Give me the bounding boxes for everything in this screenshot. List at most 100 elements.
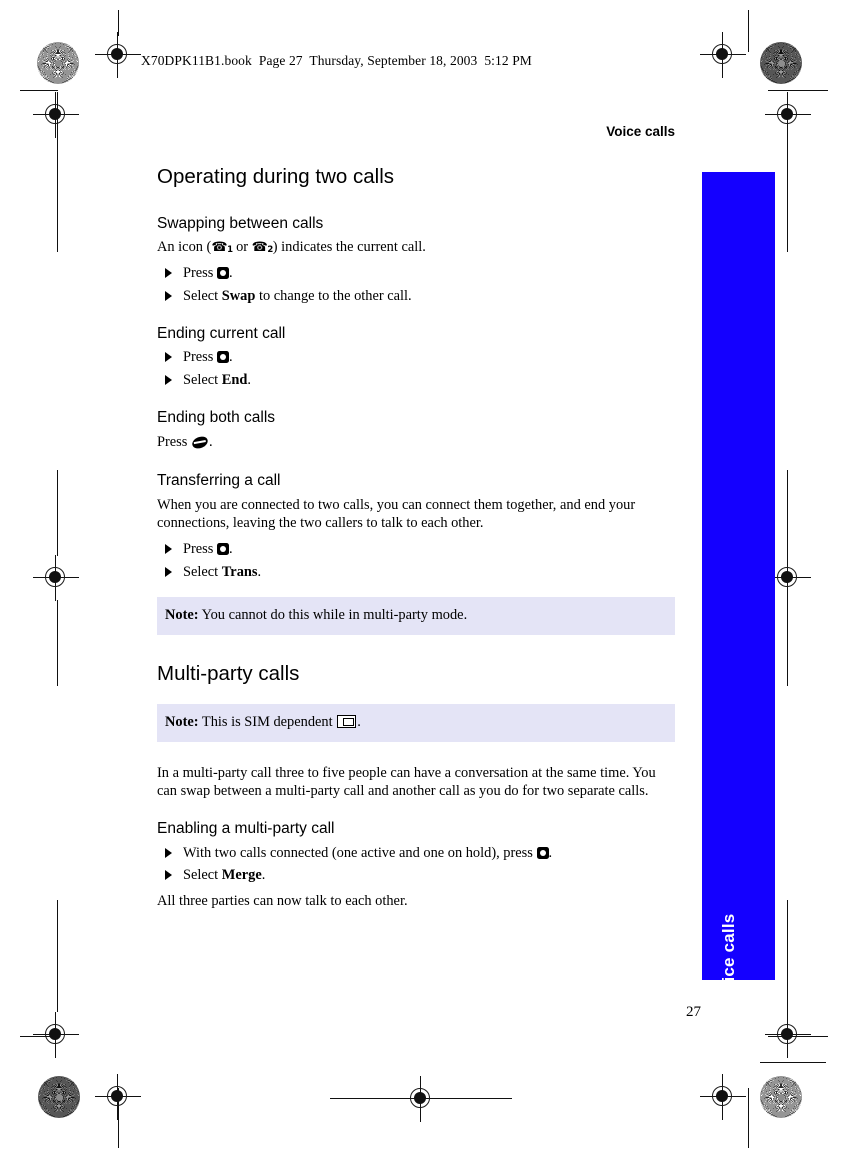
crop-mark-vertical-right-upper [787, 92, 789, 252]
note-label: Note: [165, 714, 199, 731]
step-select-end: Select End. [157, 371, 675, 390]
starburst-registration-mark-top-right [760, 42, 802, 84]
step-tail-text: . [229, 541, 233, 558]
step-lead-text: Select [183, 287, 219, 304]
paragraph-press-end-key: Press . [157, 434, 675, 452]
step-tail-text: . [261, 867, 266, 884]
heading-operating-during-two-calls: Operating during two calls [157, 165, 395, 188]
ok-key-icon [536, 846, 549, 859]
book-file-header: X70DPK11B1.book Page 27 Thursday, Septem… [141, 53, 532, 68]
step-tail-text: . [229, 265, 233, 282]
call-one-icon: ☎1 [211, 240, 233, 256]
step-tail-text: to change to the other call. [255, 287, 412, 304]
menu-item-trans: Trans [221, 563, 258, 580]
crosshair-registration-mark-top-left [95, 32, 141, 78]
crosshair-registration-mark-right-lower [765, 1012, 811, 1058]
crosshair-registration-mark-left-middle [33, 555, 79, 601]
crop-mark-horizontal-bottom-center-right [444, 1098, 512, 1100]
crop-mark-vertical-top-right [748, 10, 750, 52]
step-select-swap: Select Swap to change to the other call. [157, 287, 675, 306]
heading-swapping-between-calls: Swapping between calls [157, 214, 324, 232]
sim-card-icon [337, 715, 357, 729]
ok-key-icon [217, 543, 229, 556]
crosshair-registration-mark-bottom-right [700, 1074, 746, 1120]
note-text: This is SIM dependent [198, 714, 337, 731]
running-head: Voice calls [606, 124, 675, 139]
crop-mark-horizontal-right-lower [768, 1036, 828, 1038]
arrow-bullet-icon [165, 290, 172, 301]
step-lead-text: With two calls connected (one active and… [183, 844, 533, 861]
step-lead-text: Select [183, 867, 219, 884]
body-lead-text: Press [157, 433, 188, 450]
ok-key-icon [217, 267, 229, 280]
step-select-merge: Select Merge. [157, 866, 675, 885]
heading-enabling-a-multi-party-call: Enabling a multi-party call [157, 819, 335, 837]
icon-intro-text-between: or [232, 239, 252, 256]
step-two-calls-connected-press-ok: With two calls connected (one active and… [157, 844, 675, 863]
arrow-bullet-icon [165, 544, 172, 555]
paragraph-multi-party-calls-overview: In a multi-party call three to five peop… [157, 765, 656, 799]
starburst-registration-mark-bottom-left [38, 1076, 80, 1118]
menu-item-merge: Merge [221, 867, 262, 884]
arrow-bullet-icon [165, 870, 172, 881]
arrow-bullet-icon [165, 375, 172, 386]
arrow-bullet-icon [165, 352, 172, 363]
step-tail-text: . [247, 372, 251, 389]
crop-mark-vertical-left-upper [57, 92, 59, 252]
printed-page: X70DPK11B1.book Page 27 Thursday, Septem… [0, 0, 843, 1156]
crosshair-registration-mark-bottom-center [398, 1076, 444, 1122]
heading-transferring-a-call: Transferring a call [157, 471, 281, 489]
crop-mark-horizontal-left-upper [20, 90, 58, 92]
note-tail: . [357, 714, 361, 731]
icon-intro-text-before: An icon ( [157, 239, 212, 256]
crop-mark-vertical-right-lower [787, 900, 789, 1012]
end-call-key-icon [190, 434, 210, 451]
crop-mark-horizontal-bottom-center-left [330, 1098, 398, 1100]
crop-mark-horizontal-right-upper [768, 90, 828, 92]
chapter-side-tab-label: Voice calls [718, 913, 738, 1003]
step-press-ok-swap: Press . [157, 264, 675, 283]
crop-mark-vertical-left-middle-upper [57, 470, 59, 556]
crop-mark-vertical-left-lower [57, 900, 59, 1012]
paragraph-all-three-parties: All three parties can now talk to each o… [157, 893, 408, 910]
heading-ending-both-calls: Ending both calls [157, 408, 276, 426]
starburst-registration-mark-top-left [37, 42, 79, 84]
crop-mark-vertical-top-left [118, 10, 120, 36]
arrow-bullet-icon [165, 566, 172, 577]
menu-item-end: End [221, 372, 248, 389]
crop-mark-vertical-right-middle-upper [787, 470, 789, 556]
crop-mark-vertical-right-middle-lower [787, 600, 789, 686]
step-lead-text: Press [183, 541, 214, 558]
crosshair-registration-mark-top-right [700, 32, 746, 78]
note-box-multi-party-mode: Note: You cannot do this while in multi-… [157, 596, 675, 635]
menu-item-swap: Swap [221, 287, 256, 304]
note-label: Note: [165, 606, 199, 623]
chapter-side-tab: Voice calls [702, 172, 775, 1002]
crop-mark-horizontal-left-lower [20, 1036, 58, 1038]
paragraph-transferring-a-call: When you are connected to two calls, you… [157, 497, 636, 532]
arrow-bullet-icon [165, 847, 172, 858]
step-tail-text: . [257, 563, 262, 580]
page-number: 27 [686, 1004, 701, 1020]
content-column: Operating during two calls Swapping betw… [157, 160, 675, 911]
step-lead-text: Press [183, 349, 214, 366]
crop-mark-vertical-bottom-left [118, 1088, 120, 1148]
note-box-sim-dependent: Note: This is SIM dependent . [157, 704, 675, 743]
step-select-trans: Select Trans. [157, 563, 675, 582]
heading-ending-current-call: Ending current call [157, 324, 286, 342]
arrow-bullet-icon [165, 268, 172, 279]
call-two-icon: ☎2 [251, 240, 274, 256]
step-lead-text: Select [183, 563, 219, 580]
starburst-registration-mark-bottom-right [760, 1076, 802, 1118]
icon-intro-text-after: ) indicates the current call. [272, 239, 426, 256]
step-press-ok-trans: Press . [157, 540, 675, 559]
crop-mark-vertical-left-middle-lower [57, 600, 59, 686]
paragraph-icon-indicates-current-call: An icon (☎1 or ☎2) indicates the current… [157, 239, 675, 257]
step-lead-text: Select [183, 372, 219, 389]
step-press-ok-end: Press . [157, 348, 675, 367]
step-tail-text: . [229, 349, 233, 366]
crop-mark-vertical-bottom-right [748, 1088, 750, 1148]
heading-multi-party-calls: Multi-party calls [157, 661, 300, 685]
step-lead-text: Press [183, 265, 214, 282]
crop-mark-horizontal-bottom-right [760, 1062, 826, 1064]
